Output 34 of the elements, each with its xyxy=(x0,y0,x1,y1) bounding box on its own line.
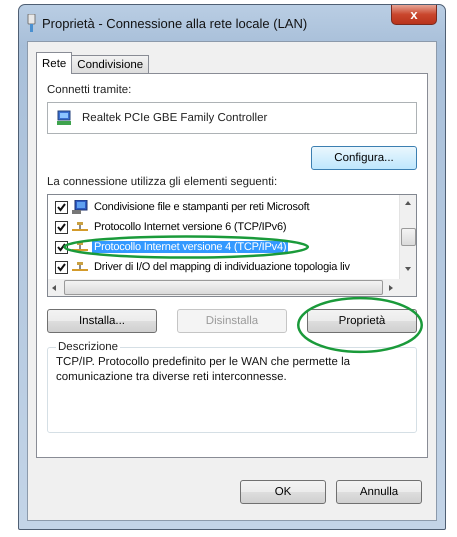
network-icon xyxy=(72,242,88,252)
list-item[interactable]: Condivisione file e stampanti per reti Microsoft xyxy=(92,201,312,213)
scroll-left-icon[interactable] xyxy=(52,284,58,290)
checkbox[interactable] xyxy=(55,260,68,274)
configure-button[interactable]: Configura... xyxy=(311,146,417,170)
connect-label: Connetti tramite: xyxy=(47,84,132,96)
window-title: Proprietà - Connessione alla rete locale (LAN) xyxy=(42,16,308,30)
items-label: La connessione utilizza gli elementi seguenti: xyxy=(47,176,278,188)
dialog-button[interactable]: OK xyxy=(240,480,326,504)
network-icon xyxy=(72,222,88,232)
tab[interactable]: Condivisione xyxy=(71,55,150,74)
dialog-button[interactable]: Annulla xyxy=(336,480,422,504)
group-title: Descrizione xyxy=(57,341,120,353)
scrollbar-thumb[interactable] xyxy=(64,280,383,295)
network-cable-icon xyxy=(27,14,36,32)
list-item[interactable]: Driver di I/O del mapping di individuazione topologia liv xyxy=(92,261,352,273)
scroll-down-icon[interactable] xyxy=(405,267,411,273)
scroll-right-icon[interactable] xyxy=(389,284,395,290)
computer-icon xyxy=(72,200,88,214)
network-icon xyxy=(72,262,88,272)
tab[interactable]: Rete xyxy=(36,52,72,74)
checkbox[interactable] xyxy=(55,220,68,234)
scrollbar-thumb[interactable] xyxy=(400,228,416,246)
list-item[interactable]: Protocollo Internet versione 6 (TCP/IPv6) xyxy=(92,221,288,233)
description-text: TCP/IP. Protocollo predefinito per le WAN che permette la comunicazione tra diverse reti interconnesse. xyxy=(56,355,352,385)
action-button[interactable]: Installa... xyxy=(47,309,157,333)
checkbox[interactable] xyxy=(55,200,68,214)
vertical-scrollbar[interactable] xyxy=(399,195,416,279)
network-adapter-icon xyxy=(56,110,72,126)
horizontal-scrollbar[interactable] xyxy=(48,279,399,296)
action-button[interactable]: Proprietà xyxy=(307,309,417,333)
adapter-name: Realtek PCIe GBE Family Controller xyxy=(82,112,268,124)
close-button[interactable]: x xyxy=(391,5,437,25)
scroll-up-icon[interactable] xyxy=(405,201,411,207)
